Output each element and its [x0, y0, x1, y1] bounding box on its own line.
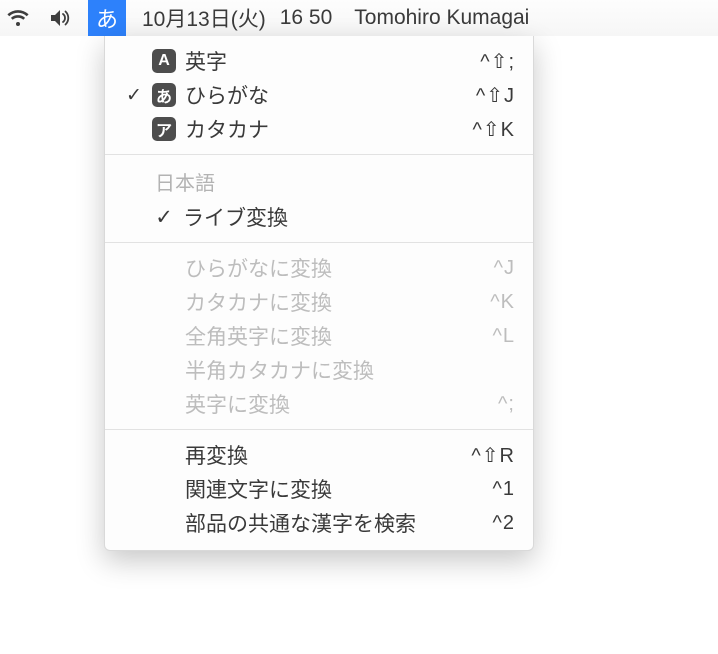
menubar-date[interactable]: 10月13日(火)	[142, 3, 266, 33]
shortcut: ^;	[498, 393, 515, 416]
input-mode-katakana[interactable]: ア カタカナ ^⇧K	[105, 112, 533, 146]
shortcut: ^⇧K	[473, 117, 515, 142]
shortcut: ^⇧;	[480, 49, 515, 74]
shortcut: ^2	[492, 512, 515, 535]
convert-to-halfwidth-katakana: 半角カタカナに変換	[105, 353, 533, 387]
shortcut: ^K	[490, 291, 515, 314]
live-conversion-label: ライブ変換	[179, 202, 515, 232]
menu-item-label: 全角英字に変換	[149, 321, 492, 351]
ime-indicator[interactable]: あ	[88, 0, 126, 36]
input-mode-hiragana[interactable]: ✓ あ ひらがな ^⇧J	[105, 78, 533, 112]
menu-separator	[105, 429, 533, 430]
menu-separator	[105, 154, 533, 155]
check-icon: ✓	[149, 205, 179, 230]
section-japanese: 日本語	[105, 163, 533, 200]
input-mode-label: 英字	[179, 46, 480, 76]
related-characters[interactable]: 関連文字に変換 ^1	[105, 472, 533, 506]
shortcut: ^⇧J	[476, 83, 515, 108]
shortcut: ^1	[492, 478, 515, 501]
input-mode-label: カタカナ	[179, 114, 473, 144]
badge-romaji-icon: A	[149, 49, 179, 73]
convert-to-katakana: カタカナに変換 ^K	[105, 285, 533, 319]
badge-katakana-icon: ア	[149, 117, 179, 141]
volume-icon[interactable]	[46, 0, 74, 36]
live-conversion-item[interactable]: ✓ ライブ変換	[105, 200, 533, 234]
convert-to-fullwidth: 全角英字に変換 ^L	[105, 319, 533, 353]
shortcut: ^⇧R	[471, 443, 515, 468]
input-mode-label: ひらがな	[179, 80, 476, 110]
convert-to-romaji: 英字に変換 ^;	[105, 387, 533, 421]
menubar-time[interactable]: 16 50	[280, 6, 333, 30]
reconvert[interactable]: 再変換 ^⇧R	[105, 438, 533, 472]
menu-item-label: 関連文字に変換	[149, 474, 492, 504]
menubar-user[interactable]: Tomohiro Kumagai	[354, 6, 529, 30]
menu-item-label: 部品の共通な漢字を検索	[149, 508, 492, 538]
input-menu: A 英字 ^⇧; ✓ あ ひらがな ^⇧J ア カタカナ ^⇧K 日本語 ✓ ラ…	[104, 36, 534, 551]
search-common-kanji[interactable]: 部品の共通な漢字を検索 ^2	[105, 506, 533, 540]
menu-item-label: 再変換	[149, 440, 471, 470]
shortcut: ^J	[494, 257, 515, 280]
menu-item-label: ひらがなに変換	[149, 253, 494, 283]
menubar: あ 10月13日(火) 16 50 Tomohiro Kumagai	[0, 0, 718, 36]
wifi-icon[interactable]	[4, 0, 32, 36]
menu-item-label: 英字に変換	[149, 389, 498, 419]
input-mode-romaji[interactable]: A 英字 ^⇧;	[105, 44, 533, 78]
menu-item-label: 半角カタカナに変換	[149, 355, 515, 385]
convert-to-hiragana: ひらがなに変換 ^J	[105, 251, 533, 285]
badge-hiragana-icon: あ	[149, 83, 179, 107]
shortcut: ^L	[492, 325, 515, 348]
menu-item-label: カタカナに変換	[149, 287, 490, 317]
menu-separator	[105, 242, 533, 243]
check-icon: ✓	[119, 84, 149, 107]
